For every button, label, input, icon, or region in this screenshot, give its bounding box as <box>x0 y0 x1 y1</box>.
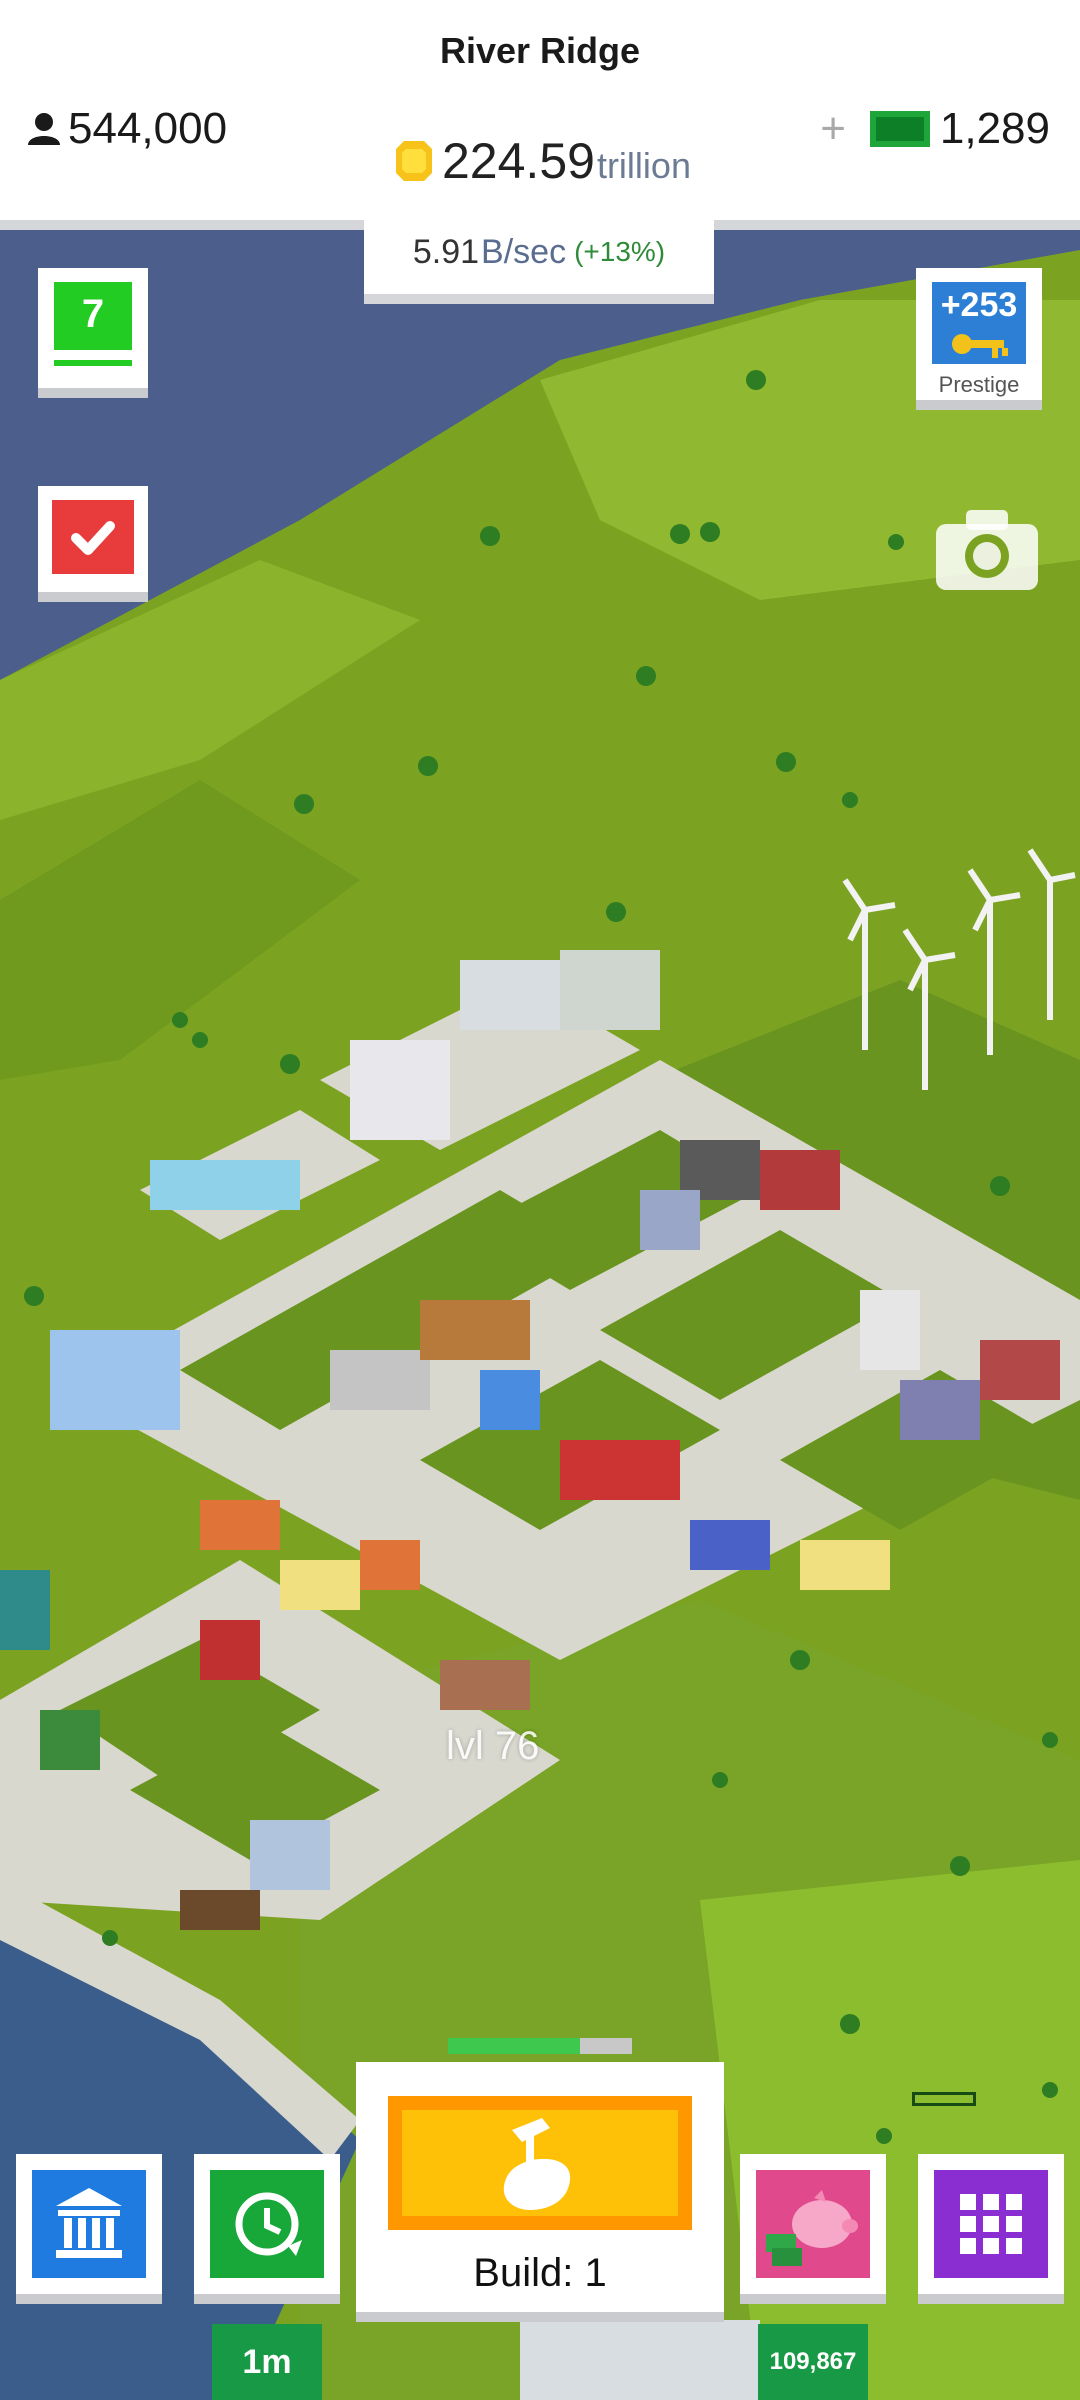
build-button-inner <box>402 2110 678 2216</box>
key-icon <box>952 334 1008 358</box>
piggy-bank-badge <box>756 2170 870 2278</box>
income-rate: 5.91 B/sec (+13%) <box>364 210 714 304</box>
level-button[interactable]: 7 <box>38 268 148 398</box>
prestige-label: Prestige <box>938 372 1020 397</box>
piggy-bank-tag: 109,867 <box>758 2324 868 2400</box>
build-button[interactable]: Build: 1 <box>356 2062 724 2322</box>
population: 544,000 <box>26 104 227 154</box>
coins-balance: 224.59 trillion <box>394 132 691 190</box>
menu-grid-badge <box>934 2170 1048 2278</box>
coins-value: 224.59 <box>442 133 595 189</box>
city-name: River Ridge <box>439 30 641 71</box>
map-progress-indicator <box>912 2092 976 2106</box>
build-button-face <box>388 2096 692 2230</box>
cash-value: 1,289 <box>939 104 1050 153</box>
prestige-badge: +253 <box>932 282 1026 364</box>
time-boost-tag: 1m <box>212 2324 322 2400</box>
building-level-label: lvl 76 <box>446 1724 540 1768</box>
bank-icon <box>56 2188 122 2258</box>
coin-icon <box>396 141 432 181</box>
cash-balance: + 1,289 <box>820 104 1050 154</box>
population-value: 544,000 <box>68 104 228 153</box>
level-value: 7 <box>81 292 105 336</box>
time-boost-badge <box>210 2170 324 2278</box>
income-rate-value: 5.91 <box>412 232 480 271</box>
checkmark-icon <box>71 521 115 555</box>
top-bar: River Ridge 544,000 224.59 trillion + 1,… <box>0 0 1080 230</box>
coins-unit: trillion <box>596 145 691 186</box>
build-label: Build: 1 <box>473 2251 607 2295</box>
person-icon <box>28 113 60 145</box>
cash-icon <box>869 111 930 147</box>
income-bonus: (+13%) <box>574 236 666 267</box>
bank-badge <box>32 2170 146 2278</box>
piggy-bank-button[interactable] <box>740 2154 886 2304</box>
level-progress-bar <box>54 350 132 360</box>
camera-icon[interactable] <box>936 510 1038 590</box>
add-cash-button[interactable]: + <box>820 104 846 154</box>
prestige-button[interactable]: +253 Prestige <box>916 268 1042 410</box>
menu-grid-button[interactable] <box>918 2154 1064 2304</box>
build-progress-fill <box>448 2038 581 2054</box>
build-progress-bar <box>448 2038 632 2054</box>
income-rate-unit: B/sec <box>481 232 567 271</box>
grid-icon <box>960 2194 1022 2254</box>
time-boost-button[interactable] <box>194 2154 340 2304</box>
level-badge: 7 <box>54 282 132 366</box>
piggy-bank-icon <box>766 2190 858 2266</box>
clock-refresh-icon <box>235 2192 302 2256</box>
bank-button[interactable] <box>16 2154 162 2304</box>
tasks-badge <box>52 500 134 574</box>
tasks-button[interactable] <box>38 486 148 602</box>
hammer-hand-icon <box>503 2118 571 2210</box>
